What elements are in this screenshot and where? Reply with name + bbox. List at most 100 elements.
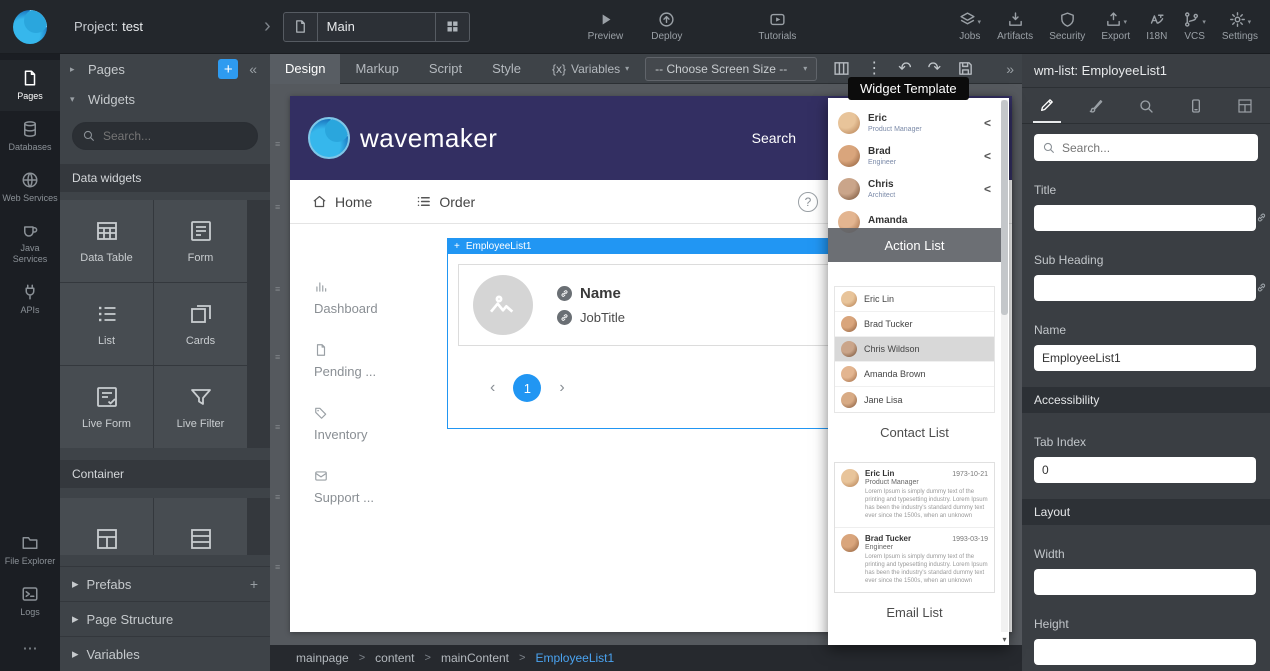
page-selector-name[interactable]: Main bbox=[318, 13, 436, 41]
wavemaker-logo[interactable] bbox=[0, 0, 60, 54]
scroll-down-icon[interactable]: ▾ bbox=[1000, 635, 1009, 644]
jobs-button[interactable]: ▾ Jobs bbox=[959, 11, 982, 42]
preview-search-label[interactable]: Search bbox=[752, 130, 796, 146]
widget-tile-cards[interactable]: Cards bbox=[154, 283, 247, 365]
tab-properties[interactable] bbox=[1033, 88, 1061, 123]
widget-tile-live-filter[interactable]: Live Filter bbox=[154, 366, 247, 448]
expand-panel-icon[interactable]: » bbox=[1006, 61, 1014, 77]
variables-button[interactable]: {x} Variables ▾ bbox=[552, 62, 629, 76]
template-action-list[interactable]: Eric Product Manager < Brad Engineer < C… bbox=[834, 106, 995, 238]
tab-search[interactable] bbox=[1132, 88, 1160, 123]
tab-styles[interactable] bbox=[1082, 88, 1110, 123]
template-contact-list[interactable]: Eric Lin Brad Tucker Chris Wildson Amand… bbox=[834, 286, 995, 413]
action-list-template-label[interactable]: Action List bbox=[828, 228, 1001, 262]
rail-item-databases[interactable]: Databases bbox=[0, 111, 60, 162]
width-input[interactable] bbox=[1034, 569, 1256, 595]
bind-link-icon[interactable] bbox=[1256, 212, 1267, 223]
page-doc-icon[interactable] bbox=[284, 13, 318, 41]
widget-tile-data-table[interactable]: Data Table bbox=[60, 200, 153, 282]
widget-template-icon[interactable] bbox=[833, 60, 850, 77]
add-prefab-icon[interactable]: + bbox=[250, 576, 258, 592]
side-nav-support[interactable]: Support ... bbox=[314, 469, 432, 505]
rail-item-pages[interactable]: Pages bbox=[0, 60, 60, 111]
name-input[interactable] bbox=[1034, 345, 1256, 371]
widget-tile-live-form[interactable]: Live Form bbox=[60, 366, 153, 448]
widget-tile-label: Live Form bbox=[82, 418, 131, 430]
screen-size-select[interactable]: -- Choose Screen Size -- ▾ bbox=[645, 57, 817, 81]
add-page-button[interactable]: + bbox=[218, 59, 238, 79]
side-nav-inventory[interactable]: Inventory bbox=[314, 406, 432, 442]
variables-section-header[interactable]: ▸ Variables bbox=[60, 636, 270, 671]
widget-tile-form[interactable]: Form bbox=[154, 200, 247, 282]
redo-icon[interactable]: ↷ bbox=[928, 61, 941, 77]
artifacts-button[interactable]: Artifacts bbox=[997, 11, 1033, 42]
tab-index-input[interactable] bbox=[1034, 457, 1256, 483]
tab-device[interactable] bbox=[1182, 88, 1210, 123]
nav-item-order[interactable]: Order bbox=[416, 194, 475, 210]
height-input[interactable] bbox=[1034, 639, 1256, 665]
next-page-icon[interactable]: › bbox=[559, 379, 564, 397]
rail-item-web-services[interactable]: Web Services bbox=[0, 162, 60, 213]
page-structure-section-header[interactable]: ▸ Page Structure bbox=[60, 601, 270, 636]
prev-page-icon[interactable]: ‹ bbox=[490, 379, 495, 397]
prefabs-section-header[interactable]: ▸ Prefabs + bbox=[60, 566, 270, 601]
rail-item-file-explorer[interactable]: File Explorer bbox=[0, 525, 60, 576]
nav-item-home[interactable]: Home bbox=[312, 194, 372, 210]
widget-tile-label: Live Filter bbox=[177, 418, 225, 430]
email-list-template-label[interactable]: Email List bbox=[834, 605, 995, 620]
accessibility-section-header[interactable]: Accessibility bbox=[1022, 387, 1270, 413]
tab-design[interactable]: Design bbox=[270, 54, 340, 84]
contact-row: Jane Lisa bbox=[835, 387, 994, 412]
title-input[interactable] bbox=[1034, 205, 1256, 231]
i18n-button[interactable]: I18N bbox=[1146, 11, 1167, 42]
widget-tile-grid-layout[interactable] bbox=[60, 498, 153, 555]
side-nav-dashboard[interactable]: Dashboard bbox=[314, 280, 432, 316]
contact-list-template-label[interactable]: Contact List bbox=[834, 425, 995, 440]
settings-button[interactable]: ▾ Settings bbox=[1222, 11, 1258, 42]
tab-layout[interactable] bbox=[1231, 88, 1259, 123]
kebab-menu-icon[interactable]: ⋮ bbox=[866, 61, 882, 77]
tab-style[interactable]: Style bbox=[477, 54, 536, 84]
scrollbar-thumb[interactable] bbox=[1001, 100, 1008, 315]
bind-link-icon[interactable] bbox=[1256, 282, 1267, 293]
widgets-section-header[interactable]: ▾ Widgets bbox=[60, 84, 270, 114]
breadcrumb-content[interactable]: content bbox=[375, 651, 414, 665]
project-chevron-icon[interactable]: › bbox=[264, 15, 271, 38]
vcs-button[interactable]: ▾ VCS bbox=[1183, 11, 1206, 42]
save-icon[interactable] bbox=[957, 60, 974, 77]
breadcrumb-maincontent[interactable]: mainContent bbox=[441, 651, 509, 665]
current-page-button[interactable]: 1 bbox=[513, 374, 541, 402]
pages-section-header[interactable]: ▸ Pages + « bbox=[60, 54, 270, 84]
collapse-panel-icon[interactable]: « bbox=[246, 61, 260, 77]
widget-tile-list[interactable]: List bbox=[60, 283, 153, 365]
tab-script[interactable]: Script bbox=[414, 54, 477, 84]
export-button[interactable]: ▾ Export bbox=[1101, 11, 1130, 42]
subheading-input[interactable] bbox=[1034, 275, 1256, 301]
widget-search-input[interactable] bbox=[72, 122, 258, 150]
popup-scrollbar[interactable] bbox=[1001, 100, 1008, 632]
tab-markup[interactable]: Markup bbox=[340, 54, 413, 84]
widget-tile-panel[interactable] bbox=[154, 498, 247, 555]
deploy-button[interactable]: Deploy bbox=[651, 11, 682, 42]
breadcrumb-mainpage[interactable]: mainpage bbox=[296, 651, 349, 665]
properties-search-input[interactable] bbox=[1034, 134, 1258, 161]
undo-icon[interactable]: ↶ bbox=[898, 61, 911, 77]
help-icon[interactable]: ? bbox=[798, 192, 818, 212]
variables-label: Variables bbox=[87, 647, 258, 662]
caret-down-icon: ▾ bbox=[803, 64, 807, 73]
layout-section-header[interactable]: Layout bbox=[1022, 499, 1270, 525]
template-email-list[interactable]: Eric Lin 1973-10-21 Product Manager Lore… bbox=[834, 462, 995, 593]
drag-handle-icon[interactable]: + bbox=[454, 241, 460, 252]
security-button[interactable]: Security bbox=[1049, 11, 1085, 42]
jobtitle-field[interactable]: JobTitle bbox=[557, 310, 625, 325]
rail-item-logs[interactable]: Logs bbox=[0, 576, 60, 627]
rail-item-apis[interactable]: APIs bbox=[0, 274, 60, 325]
side-nav-pending[interactable]: Pending ... bbox=[314, 343, 432, 379]
page-grid-icon[interactable] bbox=[436, 13, 469, 41]
preview-button[interactable]: Preview bbox=[588, 11, 624, 42]
tutorials-button[interactable]: Tutorials bbox=[758, 11, 796, 42]
breadcrumb-employeelist1[interactable]: EmployeeList1 bbox=[535, 651, 614, 665]
more-options-icon[interactable]: ⋯ bbox=[0, 627, 60, 671]
name-field[interactable]: Name bbox=[557, 285, 625, 302]
rail-item-java-services[interactable]: Java Services bbox=[0, 212, 60, 274]
